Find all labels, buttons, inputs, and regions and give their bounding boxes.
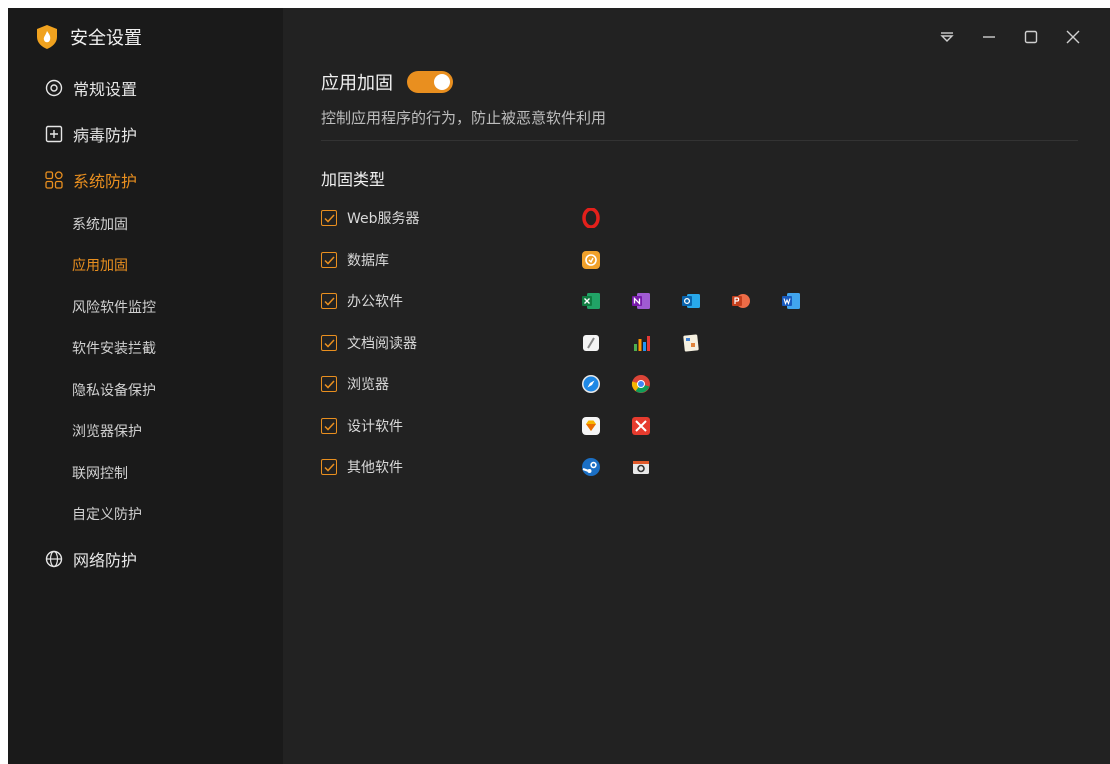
subnav-network-control[interactable]: 联网控制 — [72, 464, 128, 484]
minimize-button[interactable] — [968, 26, 1010, 48]
onenote-icon — [631, 291, 651, 311]
sidebar-item-system-protection[interactable]: 系统防护 — [45, 168, 137, 192]
section-description: 控制应用程序的行为，防止被恶意软件利用 — [321, 109, 607, 127]
row-label: 浏览器 — [347, 377, 389, 393]
hardening-row-browser: 浏览器 — [321, 373, 650, 395]
plus-box-icon — [45, 125, 63, 143]
page-title: 应用加固 — [321, 73, 393, 94]
app-icons — [581, 207, 631, 229]
subnav-privacy-device[interactable]: 隐私设备保护 — [72, 381, 156, 401]
minimize-icon — [983, 36, 995, 38]
sidebar-item-label: 病毒防护 — [73, 126, 138, 145]
app-icons — [581, 332, 731, 354]
steam-icon — [581, 457, 601, 477]
app-icons — [581, 373, 681, 395]
office-checkbox[interactable] — [321, 293, 337, 309]
hardening-row-office: 办公软件 — [321, 290, 800, 312]
powerpoint-icon — [731, 291, 751, 311]
sidebar-item-virus-protection[interactable]: 病毒防护 — [45, 122, 137, 146]
row-label: 数据库 — [347, 253, 389, 269]
doc-reader-checkbox[interactable] — [321, 335, 337, 351]
close-icon — [1066, 30, 1080, 44]
checkmark-icon — [323, 462, 335, 472]
checkmark-icon — [323, 421, 335, 431]
app-icons — [581, 290, 831, 312]
close-button[interactable] — [1052, 26, 1094, 48]
hardening-row-doc-reader: 文档阅读器 — [321, 332, 699, 354]
dropdown-menu-icon — [940, 32, 954, 42]
subnav-install-interception[interactable]: 软件安装拦截 — [72, 339, 156, 359]
row-label: 其他软件 — [347, 460, 403, 476]
row-label: 设计软件 — [347, 419, 403, 435]
checkmark-icon — [323, 213, 335, 223]
subnav-risk-software-monitor[interactable]: 风险软件监控 — [72, 298, 156, 318]
sidebar-item-label: 网络防护 — [73, 551, 138, 570]
app-title: 安全设置 — [70, 28, 142, 49]
camera-app-icon — [631, 457, 651, 477]
sidebar-item-general-settings[interactable]: 常规设置 — [45, 76, 137, 100]
checkmark-icon — [323, 379, 335, 389]
maximize-icon — [1024, 30, 1038, 44]
main-panel: 应用加固 控制应用程序的行为，防止被恶意软件利用 加固类型 Web服务器 数据库 — [283, 8, 1110, 764]
subnav-app-hardening[interactable]: 应用加固 — [72, 256, 128, 276]
app-hardening-toggle[interactable] — [407, 71, 453, 93]
menu-dropdown-button[interactable] — [926, 26, 968, 48]
chart-app-icon — [631, 333, 651, 353]
section-header: 应用加固 — [321, 69, 453, 95]
sketch-icon — [581, 416, 601, 436]
database-checkbox[interactable] — [321, 252, 337, 268]
sidebar-item-label: 系统防护 — [73, 172, 138, 191]
app-window: 安全设置 常规设置 病毒防护 系统防护 系统加固 应用加固 风险软件监控 软件安… — [8, 8, 1110, 764]
opera-icon — [581, 208, 601, 228]
app-icons — [581, 415, 681, 437]
database-app-icon — [581, 250, 601, 270]
sidebar: 安全设置 常规设置 病毒防护 系统防护 系统加固 应用加固 风险软件监控 软件安… — [8, 8, 283, 764]
sidebar-item-label: 常规设置 — [73, 80, 138, 99]
subnav-browser-protection[interactable]: 浏览器保护 — [72, 422, 142, 442]
subnav-system-hardening[interactable]: 系统加固 — [72, 215, 128, 235]
window-controls — [926, 26, 1094, 48]
safari-icon — [581, 374, 601, 394]
checkmark-icon — [323, 255, 335, 265]
row-label: 办公软件 — [347, 294, 403, 310]
chrome-icon — [631, 374, 651, 394]
document-app-icon — [681, 333, 701, 353]
browser-checkbox[interactable] — [321, 376, 337, 392]
group-title: 加固类型 — [321, 170, 386, 189]
hardening-row-web-server: Web服务器 — [321, 207, 600, 229]
divider — [321, 140, 1078, 141]
word-icon — [781, 291, 801, 311]
sidebar-item-network-protection[interactable]: 网络防护 — [45, 547, 137, 571]
row-label: Web服务器 — [347, 211, 420, 227]
outlook-icon — [681, 291, 701, 311]
app-icons — [581, 456, 681, 478]
web-server-checkbox[interactable] — [321, 210, 337, 226]
toggle-knob — [434, 74, 450, 90]
app-icons — [581, 249, 631, 271]
design-checkbox[interactable] — [321, 418, 337, 434]
app-title-bar: 安全设置 — [36, 24, 142, 50]
hardening-row-design: 设计软件 — [321, 415, 650, 437]
shield-logo-icon — [36, 24, 58, 50]
gear-icon — [45, 79, 63, 97]
hardening-row-other: 其他软件 — [321, 456, 649, 478]
xmind-icon — [631, 416, 651, 436]
row-label: 文档阅读器 — [347, 336, 417, 352]
excel-icon — [581, 291, 601, 311]
checkmark-icon — [323, 296, 335, 306]
checkmark-icon — [323, 338, 335, 348]
other-checkbox[interactable] — [321, 459, 337, 475]
globe-icon — [45, 550, 63, 568]
grid-icon — [45, 171, 63, 189]
maximize-button[interactable] — [1010, 26, 1052, 48]
hardening-row-database: 数据库 — [321, 249, 600, 271]
subnav-custom-protection[interactable]: 自定义防护 — [72, 505, 142, 525]
notes-icon — [581, 333, 601, 353]
